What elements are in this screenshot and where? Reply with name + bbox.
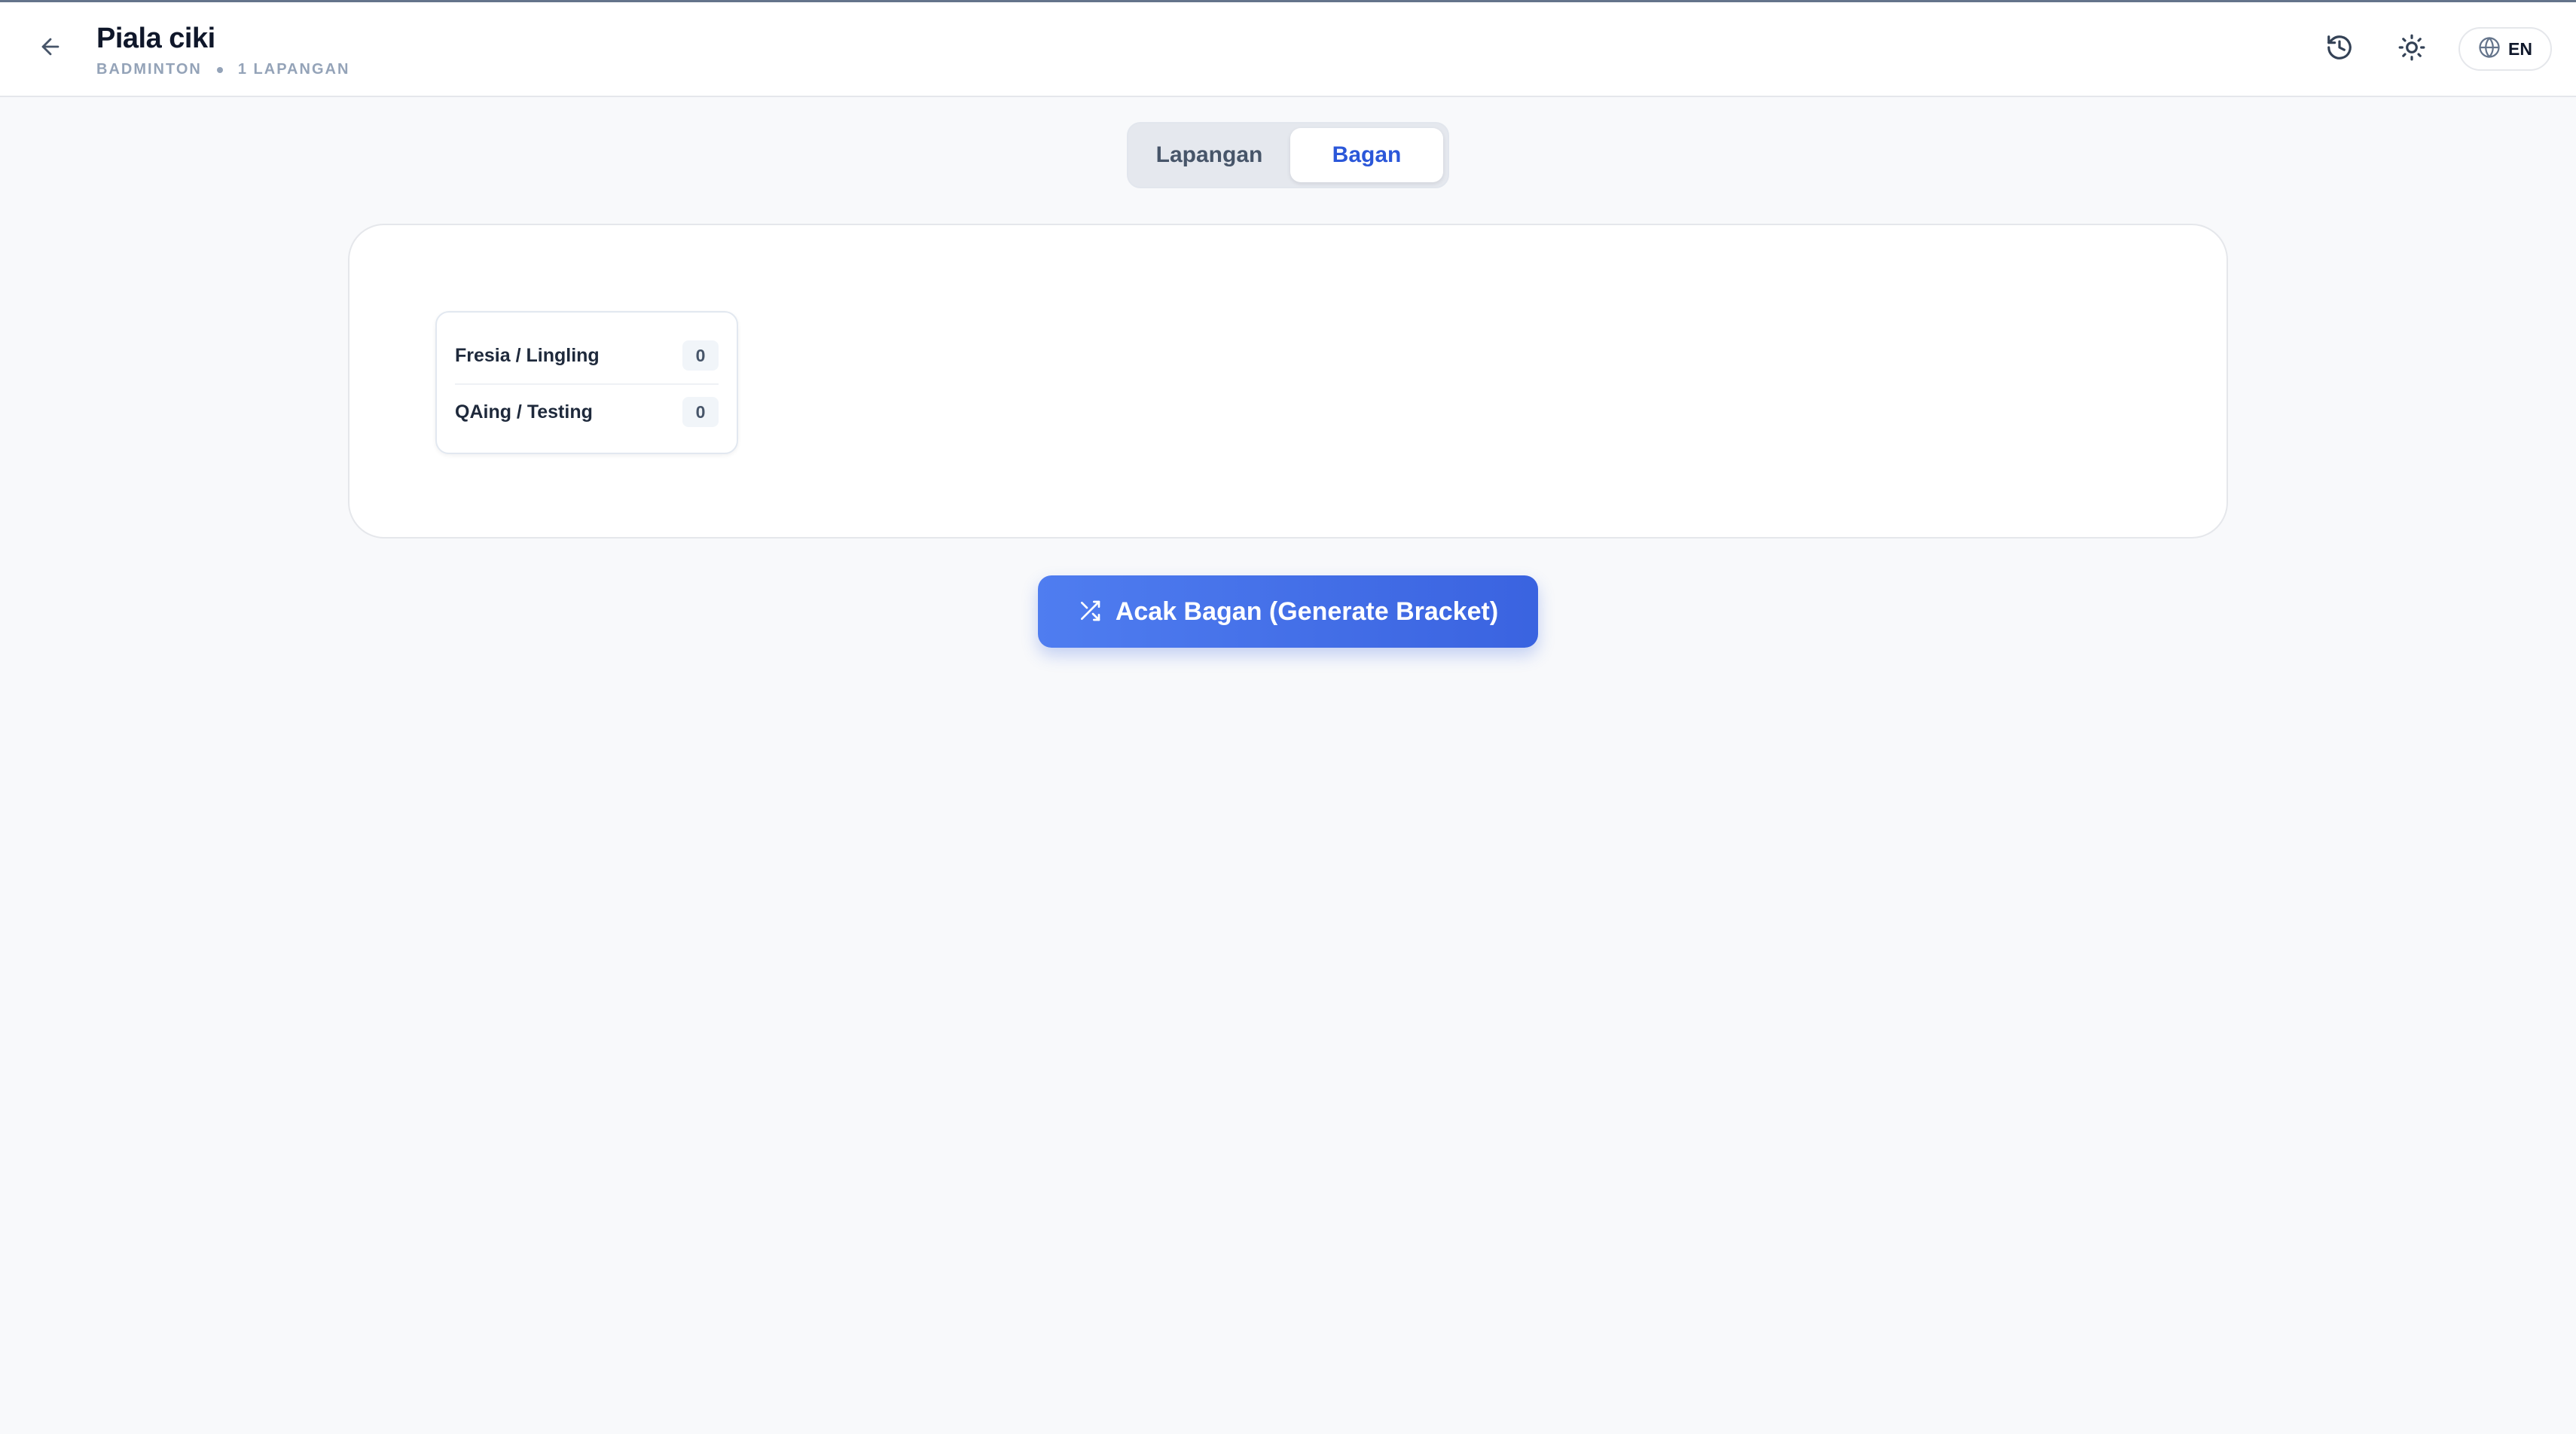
separator-dot: [216, 66, 223, 73]
generate-bracket-label: Acak Bagan (Generate Bracket): [1115, 596, 1499, 626]
tab-lapangan[interactable]: Lapangan: [1133, 128, 1286, 182]
team-name: QAing / Testing: [455, 401, 593, 423]
tab-bagan[interactable]: Bagan: [1290, 128, 1443, 182]
generate-bracket-button[interactable]: Acak Bagan (Generate Bracket): [1038, 575, 1538, 648]
page-subtitle: BADMINTON 1 LAPANGAN: [96, 61, 349, 78]
page-title: Piala ciki: [96, 23, 215, 54]
globe-icon: [2478, 36, 2501, 63]
history-button[interactable]: [2317, 26, 2362, 72]
courts-label: 1 LAPANGAN: [237, 61, 350, 78]
view-tabs: Lapangan Bagan: [1127, 122, 1449, 188]
back-button[interactable]: [27, 25, 74, 72]
sport-label: BADMINTON: [96, 61, 202, 78]
arrow-left-icon: [38, 34, 63, 63]
sun-icon: [2397, 33, 2426, 66]
title-block: Piala ciki BADMINTON 1 LAPANGAN: [96, 20, 349, 78]
shuffle-icon: [1078, 599, 1102, 625]
team-row: QAing / Testing 0: [455, 383, 719, 439]
history-icon: [2325, 33, 2354, 66]
match-card[interactable]: Fresia / Lingling 0 QAing / Testing 0: [435, 311, 738, 454]
team-score: 0: [682, 340, 719, 371]
language-button[interactable]: EN: [2458, 27, 2552, 71]
theme-toggle-button[interactable]: [2389, 26, 2434, 72]
team-name: Fresia / Lingling: [455, 344, 600, 366]
language-label: EN: [2508, 38, 2532, 59]
team-row: Fresia / Lingling 0: [455, 328, 719, 383]
app-header: Piala ciki BADMINTON 1 LAPANGAN EN: [0, 2, 2576, 97]
bracket-panel: Fresia / Lingling 0 QAing / Testing 0: [348, 224, 2228, 539]
team-score: 0: [682, 397, 719, 427]
